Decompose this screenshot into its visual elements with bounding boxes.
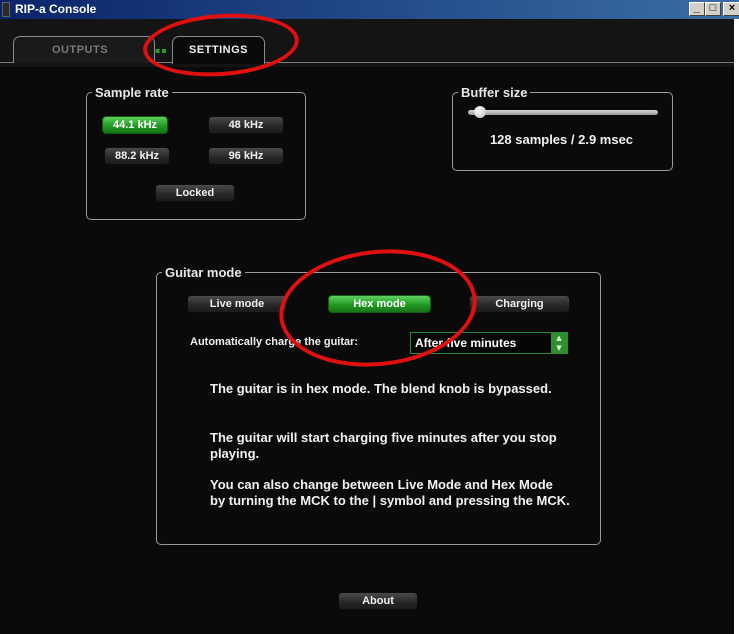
buffer-size-value: 128 samples / 2.9 msec (489, 132, 634, 147)
updown-arrow-icon: ▲ ▼ (551, 333, 567, 353)
mck-instructions: You can also change between Live Mode an… (210, 477, 570, 508)
auto-charge-select[interactable]: After five minutes ▲ ▼ (410, 332, 568, 354)
about-button[interactable]: About (338, 592, 418, 610)
auto-charge-label: Automatically charge the guitar: (190, 336, 359, 348)
window-edge (734, 19, 739, 634)
app-window: RIP-a Console _ □ × OUTPUTS ▪▪ SETTINGS … (0, 0, 739, 634)
outputs-status-led-icon: ▪▪ (155, 46, 168, 55)
tab-settings[interactable]: SETTINGS (172, 36, 265, 64)
auto-charge-select-value: After five minutes (415, 336, 517, 350)
title-bar[interactable]: RIP-a Console _ □ × (0, 0, 739, 19)
sample-rate-48-button[interactable]: 48 kHz (208, 116, 284, 134)
sample-rate-44-1-button[interactable]: 44.1 kHz (102, 116, 168, 134)
buffer-size-legend: Buffer size (461, 85, 528, 100)
app-icon (2, 2, 10, 17)
locked-button[interactable]: Locked (155, 184, 235, 202)
sample-rate-96-button[interactable]: 96 kHz (208, 147, 284, 165)
hex-mode-button[interactable]: Hex mode (328, 295, 431, 313)
tab-settings-label: SETTINGS (188, 44, 248, 56)
guitar-mode-legend: Guitar mode (165, 265, 242, 280)
sample-rate-88-2-button[interactable]: 88.2 kHz (104, 147, 170, 165)
charging-description: The guitar will start charging five minu… (210, 430, 557, 461)
hex-mode-description: The guitar is in hex mode. The blend kno… (210, 381, 552, 396)
live-mode-button[interactable]: Live mode (187, 295, 287, 313)
window-title: RIP-a Console (15, 2, 97, 16)
sample-rate-legend: Sample rate (95, 85, 169, 100)
tab-outputs-label: OUTPUTS (52, 44, 109, 56)
maximize-button[interactable]: □ (705, 2, 721, 16)
buffer-size-group: Buffer size (452, 85, 673, 171)
buffer-size-slider-track[interactable] (468, 110, 658, 115)
minimize-button[interactable]: _ (689, 2, 705, 16)
buffer-size-slider-thumb[interactable] (473, 106, 486, 118)
charging-button[interactable]: Charging (469, 295, 570, 313)
close-button[interactable]: × (723, 2, 739, 16)
tab-outputs[interactable]: OUTPUTS (13, 36, 155, 63)
